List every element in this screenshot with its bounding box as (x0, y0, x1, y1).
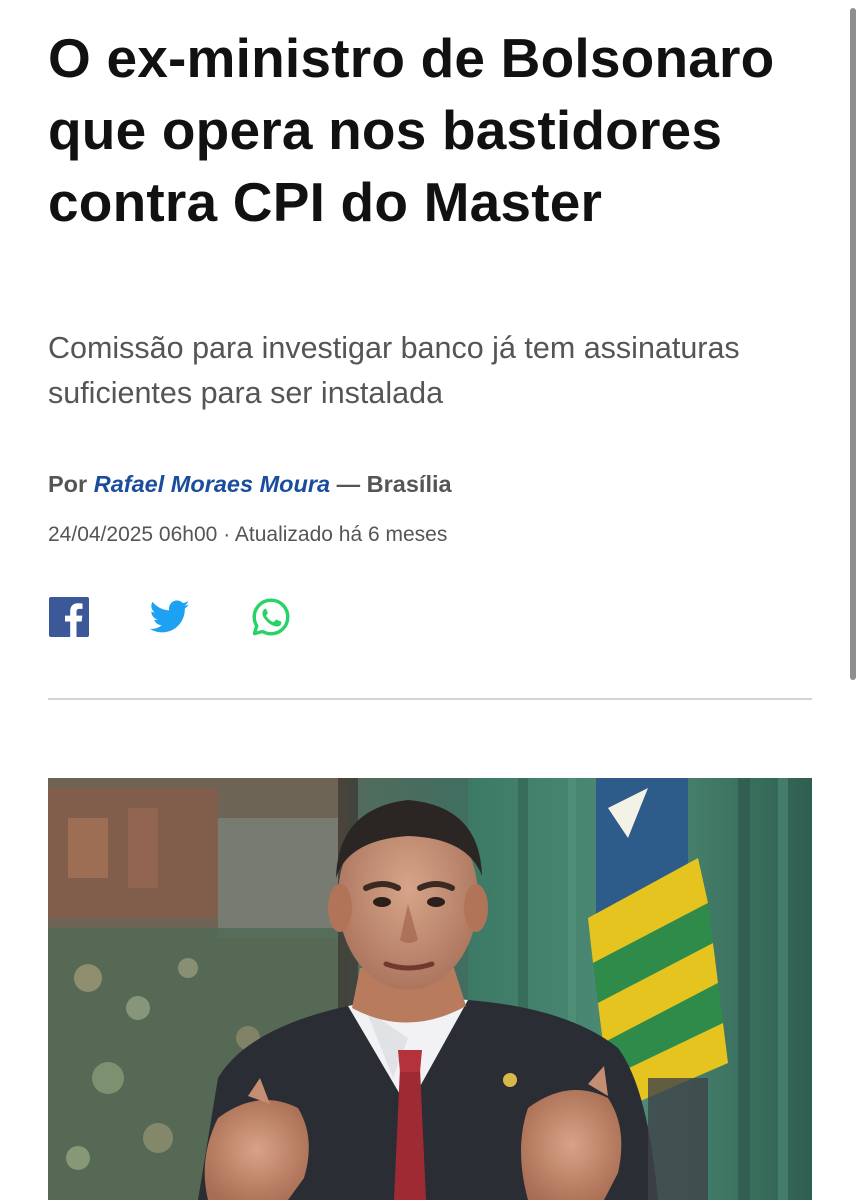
twitter-icon (150, 600, 190, 633)
article-subtitle: Comissão para investigar banco já tem as… (48, 331, 740, 410)
byline-prefix: Por (48, 471, 88, 497)
share-twitter-button[interactable] (149, 596, 191, 638)
facebook-icon (49, 597, 89, 637)
byline: Por Rafael Moraes Moura — Brasília (48, 467, 452, 501)
share-bar (48, 596, 351, 638)
page-scrollbar[interactable] (850, 8, 856, 680)
share-whatsapp-button[interactable] (250, 596, 292, 638)
article-headline: O ex-ministro de Bolsonaro que opera nos… (48, 27, 775, 233)
dateline: 24/04/2025 06h00 · Atualizado há 6 meses (48, 520, 447, 550)
byline-location: Brasília (366, 471, 452, 497)
dateline-separator: · (223, 523, 231, 546)
author-link[interactable]: Rafael Moraes Moura (94, 471, 330, 497)
article-photo (48, 778, 812, 1200)
share-facebook-button[interactable] (48, 596, 90, 638)
divider (48, 698, 812, 700)
updated-time: Atualizado há 6 meses (234, 523, 448, 546)
whatsapp-icon (252, 598, 290, 636)
byline-separator: — (336, 471, 361, 497)
published-date: 24/04/2025 06h00 (48, 523, 218, 546)
